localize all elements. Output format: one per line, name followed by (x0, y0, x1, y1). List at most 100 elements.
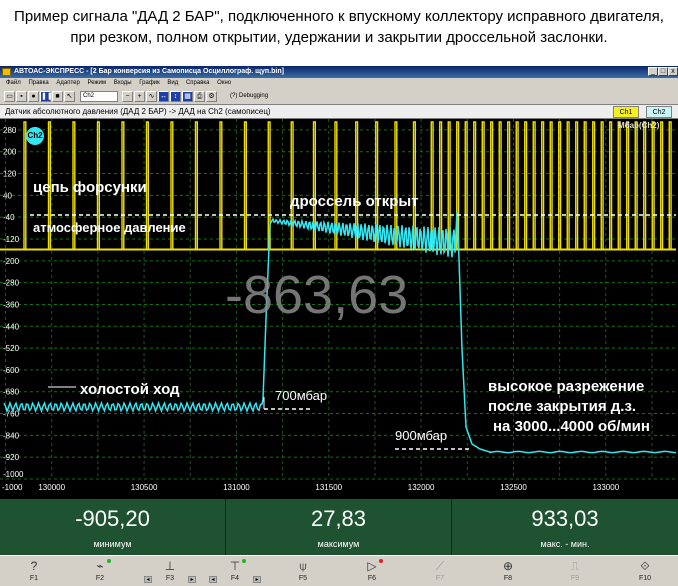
f4-active-indicator (242, 559, 246, 563)
cursor-icon[interactable]: ↖ (64, 91, 75, 102)
trigger-icon: ▷ (367, 559, 377, 573)
toolbar: ▭ ▪ ● ❚❚ ■ ↖ Ch2 − + ∿ ↔ ↕ ▦ ⎙ ⚙ (?) Deb… (0, 89, 678, 105)
pause-icon[interactable]: ❚❚ (40, 91, 53, 102)
f1-button[interactable]: ? F1 (14, 558, 54, 585)
f1-label: F1 (29, 575, 39, 582)
close-button[interactable]: x (668, 67, 678, 76)
maximize-button[interactable]: □ (658, 67, 668, 76)
print-icon[interactable]: ⎙ (194, 91, 205, 102)
fit-x-icon[interactable]: ↔ (158, 91, 169, 102)
f4-label: F4 (230, 575, 240, 582)
readout-max: 27,83 максимум (226, 499, 452, 555)
f3-label: F3 (165, 575, 175, 582)
x-tick-label: 132000 (408, 483, 435, 492)
menu-adapter[interactable]: Адаптер (56, 80, 79, 86)
y-tick-label: -40 (3, 213, 15, 222)
edge-icon: ⎍ (570, 559, 580, 573)
menu-inputs[interactable]: Входы (114, 80, 132, 86)
y-tick-label: -1000 (3, 470, 24, 479)
annotation-injector: цепь форсунки (33, 179, 147, 196)
channel-bar: Датчик абсолютного давления (ДАД 2 БАР) … (0, 105, 678, 119)
ch1-button[interactable]: Ch1 (613, 106, 639, 118)
x-tick-label: 130500 (131, 483, 158, 492)
annotation-throttle-open: дроссель открыт (290, 193, 419, 210)
annotation-high-vacuum-1: высокое разрежение (488, 378, 645, 395)
f6-indicator (379, 559, 383, 563)
filter-icon: ⟋ (435, 559, 445, 573)
x-tick-label: 132500 (500, 483, 527, 492)
ch2-button[interactable]: Ch2 (646, 106, 672, 118)
crosshair-icon: ⊕ (502, 559, 514, 573)
scale-icon[interactable]: ▦ (182, 91, 193, 102)
f2-label: F2 (95, 575, 105, 582)
caption-line-2: при резком, полном открытии, удержании и… (70, 29, 608, 46)
f10-button[interactable]: ⟐ F10 (625, 558, 665, 585)
f10-label: F10 (638, 575, 652, 582)
f4-button[interactable]: ⊤ ◂ ▸ F4 (209, 558, 261, 585)
debugging-label[interactable]: (?) Debugging (230, 92, 268, 101)
caption-line-1: Пример сигнала "ДАД 2 БАР", подключенног… (14, 8, 664, 25)
f8-label: F8 (503, 575, 513, 582)
x-tick-label: 131500 (315, 483, 342, 492)
plot-units-label: Мбар(Ch2) (618, 121, 660, 130)
wave-icon[interactable]: ∿ (146, 91, 157, 102)
f5-label: F5 (298, 575, 308, 582)
annotation-high-vacuum-2: после закрытия д.з. (488, 398, 637, 415)
x-tick-label: 133000 (592, 483, 619, 492)
annotation-idle: холостой ход (80, 381, 180, 398)
menu-view[interactable]: Вид (167, 80, 178, 86)
annotation-900mbar: 900мбар (395, 428, 448, 443)
open-icon[interactable]: ▭ (4, 91, 15, 102)
stop-icon[interactable]: ■ (52, 91, 63, 102)
channel-select[interactable]: Ch2 (80, 91, 118, 102)
menu-edit[interactable]: Правка (28, 80, 48, 86)
readout-max-label: максимум (317, 539, 360, 549)
x-axis-start-label: -1000 (2, 483, 23, 492)
oscilloscope-plot[interactable]: 280 200 120 40 -40 -120 -200 -280 -360 -440 -520 -6… (0, 119, 678, 499)
window-title: АВТОАС-ЭКСПРЕСС - [2 Бар конверсия из Са… (14, 68, 284, 75)
f7-button[interactable]: ⟋ F7 (420, 558, 460, 585)
zoom-out-icon[interactable]: − (122, 91, 133, 102)
readout-range-label: макс. - мин. (540, 539, 590, 549)
readout-range: 933,03 макс. - мин. (452, 499, 678, 555)
f2-button[interactable]: ⌁ F2 (80, 558, 120, 585)
probe-icon: ⍦ (299, 559, 307, 573)
fit-y-icon[interactable]: ↕ (170, 91, 181, 102)
record-icon[interactable]: ● (28, 91, 39, 102)
signal-select-icon: ⌁ (96, 559, 104, 573)
export-icon: ⟐ (640, 559, 650, 573)
menu-graph[interactable]: График (139, 80, 160, 86)
f9-label: F9 (570, 575, 580, 582)
readout-max-value: 27,83 (310, 506, 367, 531)
readout-range-value: 933,03 (531, 506, 599, 531)
f8-button[interactable]: ⊕ F8 (488, 558, 528, 585)
menu-file[interactable]: Файл (6, 80, 21, 86)
horizontal-cursor-icon: ⊥ (164, 559, 176, 573)
menu-mode[interactable]: Режим (88, 80, 107, 86)
readout-min-label: минимум (93, 539, 132, 549)
menu-window[interactable]: Окно (217, 80, 231, 86)
x-tick-label: 131000 (223, 483, 250, 492)
annotation-atmospheric: атмосферное давление (33, 220, 186, 235)
readout-min: -905,20 минимум (0, 499, 226, 555)
app-icon (2, 68, 11, 76)
window-titlebar: АВТОАС-ЭКСПРЕСС - [2 Бар конверсия из Са… (0, 66, 678, 78)
big-value-readout: -863,63 (225, 265, 409, 325)
save-icon[interactable]: ▪ (16, 91, 27, 102)
settings-icon[interactable]: ⚙ (206, 91, 217, 102)
f6-button[interactable]: ▷ F6 (352, 558, 392, 585)
channel-badge: Ch2 (26, 127, 44, 145)
f6-label: F6 (367, 575, 377, 582)
annotation-700mbar: 700мбар (275, 388, 328, 403)
y-tick-label: 40 (3, 191, 12, 200)
menu-help[interactable]: Справка (186, 80, 210, 86)
zoom-in-icon[interactable]: + (134, 91, 145, 102)
help-icon: ? (30, 559, 38, 573)
f3-button[interactable]: ⊥ ◂ ▸ F3 (144, 558, 196, 585)
f9-button[interactable]: ⎍ F9 (555, 558, 595, 585)
f5-button[interactable]: ⍦ F5 (283, 558, 323, 585)
f2-active-indicator (107, 559, 111, 563)
minimize-button[interactable]: _ (648, 67, 658, 76)
page-caption: Пример сигнала "ДАД 2 БАР", подключенног… (0, 6, 678, 48)
sensor-label: Датчик абсолютного давления (ДАД 2 БАР) … (5, 107, 271, 116)
